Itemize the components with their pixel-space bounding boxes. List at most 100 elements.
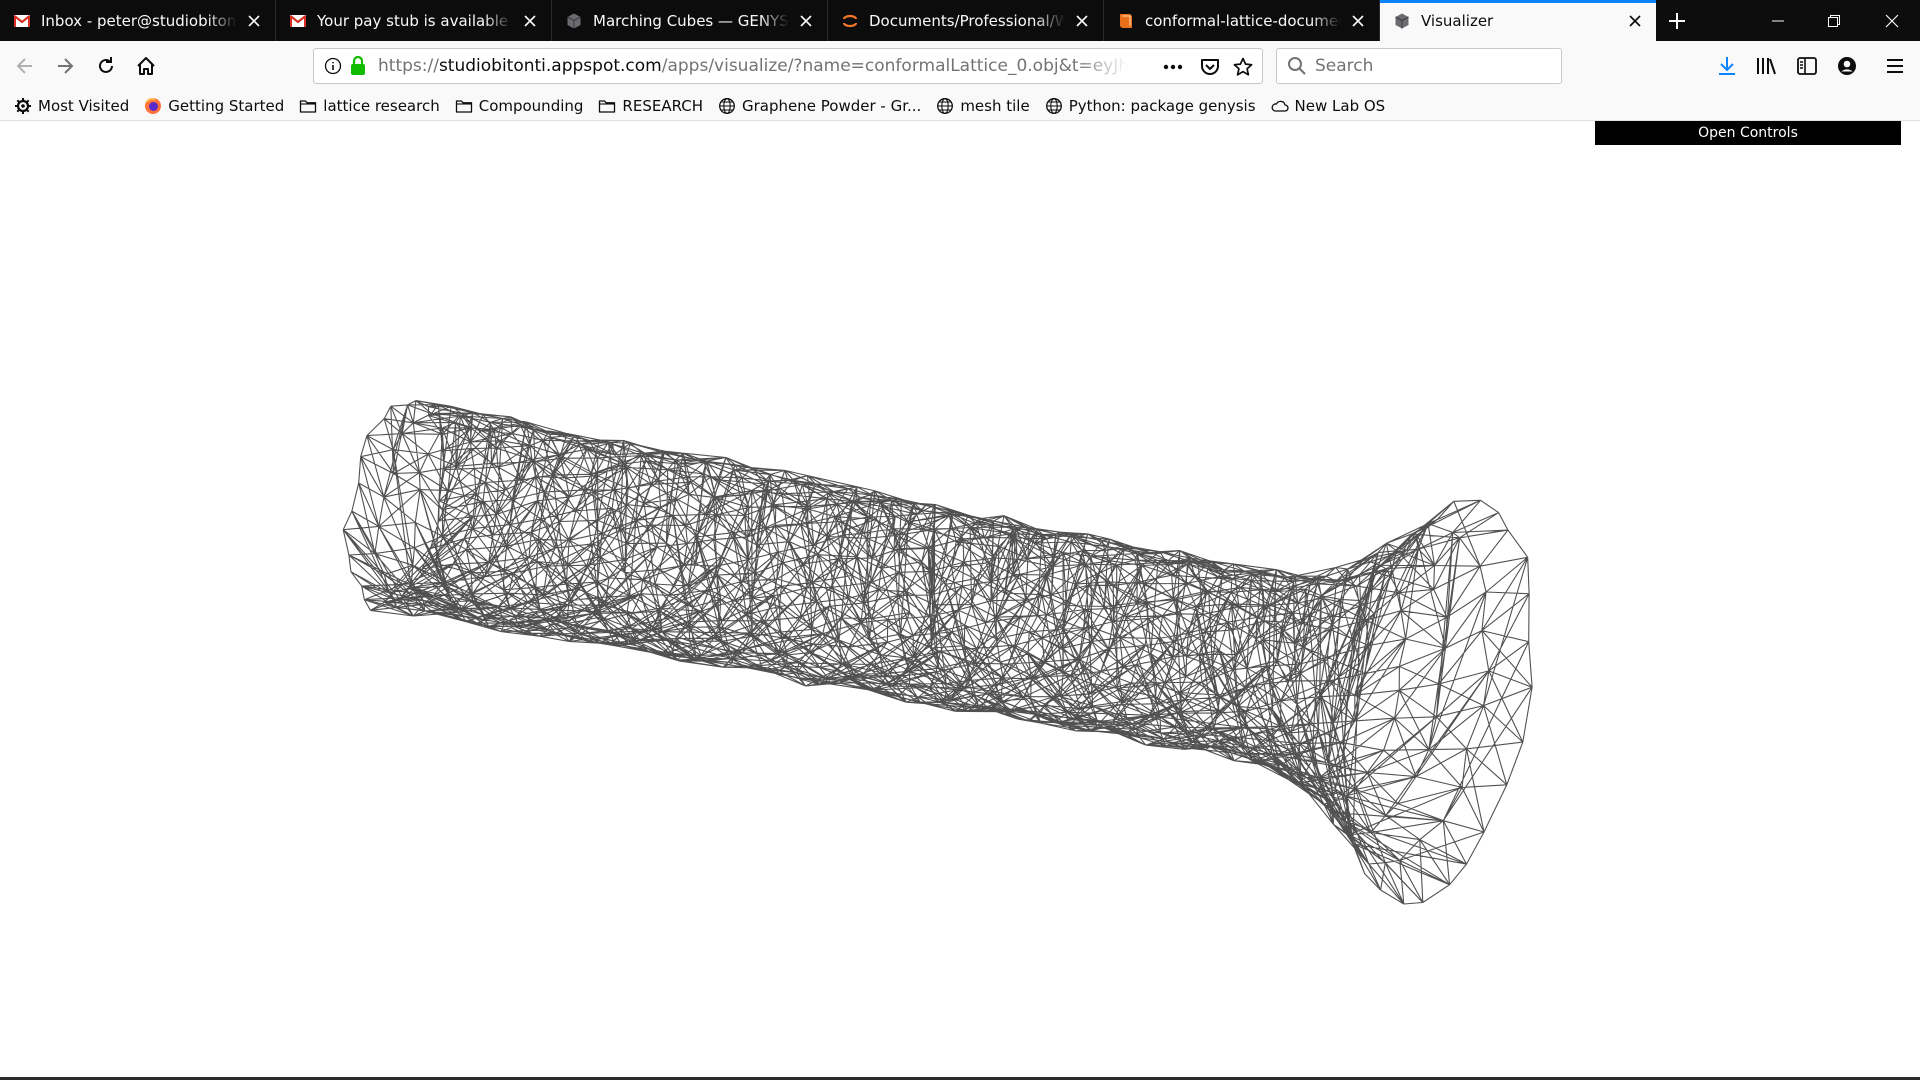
navigation-toolbar: https://studiobitonti.appspot.com/apps/v…	[0, 41, 1920, 91]
tab-close-icon	[800, 14, 812, 27]
page-actions-button[interactable]	[1160, 54, 1186, 80]
bookmark-item[interactable]: Graphene Powder - Gr...	[718, 97, 921, 115]
tab-close-button[interactable]	[519, 10, 541, 32]
search-bar[interactable]: Search	[1276, 48, 1562, 84]
bookmark-label: Most Visited	[38, 96, 130, 115]
tab-title: Documents/Professional/WOR	[869, 11, 1065, 30]
bookmark-item[interactable]: Getting Started	[144, 97, 284, 115]
tab-favicon	[565, 12, 583, 30]
new-tab-button[interactable]	[1656, 0, 1698, 41]
address-bar[interactable]: https://studiobitonti.appspot.com/apps/v…	[313, 48, 1263, 84]
sidebar-icon	[1797, 57, 1817, 75]
bookmark-icon	[1271, 97, 1289, 115]
bookmark-item[interactable]: lattice research	[299, 97, 440, 115]
library-icon	[1757, 58, 1776, 75]
globe-icon	[719, 97, 735, 114]
pocket-button[interactable]	[1197, 54, 1223, 80]
reload-icon	[99, 57, 113, 73]
lock-icon[interactable]	[350, 56, 366, 76]
tab-title: conformal-lattice-documentat	[1145, 11, 1341, 30]
globe-icon	[1045, 97, 1062, 114]
bookmark-item[interactable]: Python: package genysis	[1045, 97, 1256, 115]
tab-3[interactable]: Marching Cubes — GENYSIS	[552, 0, 828, 41]
bookmark-item[interactable]: mesh tile	[936, 96, 1030, 115]
tab-close-button[interactable]	[243, 10, 265, 32]
menu-button[interactable]	[1878, 49, 1912, 83]
arrow-left-icon	[16, 58, 32, 74]
cube-icon	[1395, 13, 1409, 28]
tab-5[interactable]: conformal-lattice-documentat	[1104, 0, 1380, 41]
gmail-icon	[13, 14, 31, 27]
folder-icon	[599, 99, 616, 113]
home-button[interactable]	[129, 49, 163, 83]
minimize-icon	[1772, 20, 1784, 21]
tab-close-button[interactable]	[1347, 10, 1369, 32]
tab-2[interactable]: Your pay stub is available on W	[276, 0, 552, 41]
bookmark-item[interactable]: RESEARCH	[598, 97, 703, 115]
bookmarks-toolbar: Most Visited Getting Started lattice resea…	[0, 91, 1920, 121]
gear-icon	[15, 97, 31, 114]
tab-favicon	[841, 12, 859, 30]
pocket-icon	[1201, 59, 1219, 75]
bookmark-label: New Lab OS	[1294, 96, 1386, 115]
plus-icon	[1669, 12, 1685, 29]
sidebar-button[interactable]	[1790, 49, 1824, 83]
tab-title: Marching Cubes — GENYSIS	[593, 11, 789, 30]
firefox-icon	[145, 97, 162, 114]
tab-close-icon	[1629, 14, 1641, 27]
gmail-icon	[289, 14, 307, 27]
bookmark-item[interactable]: New Lab OS	[1271, 96, 1386, 115]
library-button[interactable]	[1750, 49, 1784, 83]
bookmark-icon	[1045, 97, 1063, 115]
minimize-button[interactable]	[1750, 0, 1806, 41]
close-window-button[interactable]	[1864, 0, 1920, 41]
url-text[interactable]: https://studiobitonti.appspot.com/apps/v…	[378, 49, 1128, 83]
bookmark-label: Python: package genysis	[1068, 96, 1256, 115]
search-placeholder: Search	[1315, 56, 1374, 76]
visualizer-page: Open Controls	[0, 121, 1920, 1080]
close-icon	[1885, 14, 1899, 27]
more-horizontal-icon	[1163, 64, 1183, 70]
info-icon[interactable]	[324, 57, 342, 75]
restore-button[interactable]	[1806, 0, 1862, 41]
folder-icon	[300, 99, 317, 113]
bookmark-icon	[598, 97, 616, 115]
tab-close-button[interactable]	[1071, 10, 1093, 32]
lattice-mesh-viewport[interactable]	[0, 121, 1920, 1077]
bookmark-icon	[144, 97, 162, 115]
bookmark-label: mesh tile	[960, 96, 1030, 115]
tab-strip: Inbox - peter@studiobitonti.com Your pay …	[0, 0, 1920, 41]
globe-icon	[937, 97, 954, 114]
lattice-mesh-wireframe	[342, 400, 1533, 905]
bookmark-icon	[718, 97, 736, 115]
tab-4[interactable]: Documents/Professional/WOR	[828, 0, 1104, 41]
tab-close-button[interactable]	[1624, 10, 1646, 32]
arrow-right-icon	[58, 58, 74, 74]
bookmark-icon	[936, 97, 954, 115]
download-icon	[1719, 57, 1735, 75]
downloads-button[interactable]	[1710, 49, 1744, 83]
tab-favicon	[289, 12, 307, 30]
bookmark-item[interactable]: Most Visited	[14, 97, 129, 115]
account-button[interactable]	[1830, 49, 1864, 83]
tab-6[interactable]: Visualizer	[1380, 0, 1656, 41]
bookmark-icon	[299, 97, 317, 115]
back-button[interactable]	[8, 49, 42, 83]
bookmark-icon	[14, 97, 32, 115]
tab-1[interactable]: Inbox - peter@studiobitonti.com	[0, 0, 276, 41]
book-icon	[1120, 13, 1132, 28]
bookmark-item[interactable]: Compounding	[455, 96, 584, 115]
cloud-icon	[1271, 100, 1289, 112]
bookmark-label: Getting Started	[168, 96, 285, 115]
bookmark-label: Compounding	[478, 96, 584, 115]
tab-close-icon	[1076, 14, 1088, 27]
open-controls-button[interactable]: Open Controls	[1595, 121, 1901, 145]
forward-button[interactable]	[48, 49, 82, 83]
folder-icon	[455, 99, 472, 113]
tab-close-icon	[524, 14, 536, 27]
reload-button[interactable]	[89, 49, 123, 83]
tab-title: Inbox - peter@studiobitonti.com	[41, 11, 237, 30]
bookmark-star-button[interactable]	[1230, 54, 1256, 80]
hamburger-menu-icon	[1887, 59, 1903, 73]
tab-close-button[interactable]	[795, 10, 817, 32]
